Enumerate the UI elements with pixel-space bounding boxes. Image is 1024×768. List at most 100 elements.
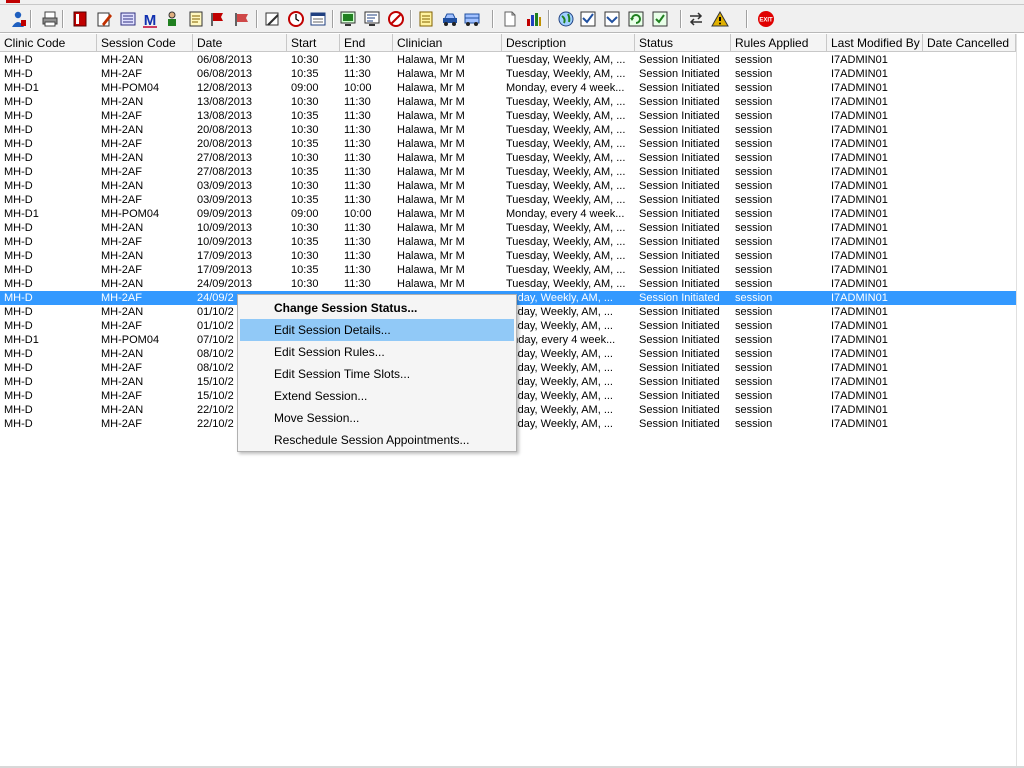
cell-description: Tuesday, Weekly, AM, ... xyxy=(506,278,626,290)
cell-start: 10:30 xyxy=(291,96,319,108)
cell-start: 10:35 xyxy=(291,166,319,178)
book-button[interactable] xyxy=(70,9,90,29)
flag-button[interactable] xyxy=(208,9,228,29)
user-admin-button[interactable] xyxy=(8,9,28,29)
cell-date: 24/09/2013 xyxy=(197,278,253,290)
table-row[interactable]: MH-D MH-2AN 06/08/2013 10:30 11:30 Halawa, Mr… xyxy=(0,53,1016,67)
cell-status: Session Initiated xyxy=(639,362,720,374)
table-row[interactable]: MH-D MH-2AN 20/08/2013 10:30 11:30 Halawa, Mr… xyxy=(0,123,1016,137)
warning-button[interactable] xyxy=(710,9,730,29)
cell-description: Tuesday, Weekly, AM, ... xyxy=(506,138,626,150)
cell-last-modified-by: I7ADMIN01 xyxy=(831,152,888,164)
cell-session-code: MH-2AN xyxy=(101,152,144,164)
cell-clinic-code: MH-D xyxy=(4,292,33,304)
edit-form-button[interactable] xyxy=(94,9,114,29)
cell-clinic-code: MH-D1 xyxy=(4,208,39,220)
table-row[interactable]: MH-D MH-2AF 13/08/2013 10:35 11:30 Halawa, Mr… xyxy=(0,109,1016,123)
swap-arrows-button[interactable] xyxy=(686,9,706,29)
note-button[interactable] xyxy=(416,9,436,29)
screen-edit-button[interactable] xyxy=(362,9,382,29)
column-header-session-code[interactable]: Session Code xyxy=(97,34,193,52)
flag-icon xyxy=(209,10,227,28)
table-row[interactable]: MH-D MH-2AF 27/08/2013 10:35 11:30 Halawa, Mr… xyxy=(0,165,1016,179)
screen-button[interactable] xyxy=(338,9,358,29)
clock-icon xyxy=(287,10,305,28)
screen-edit-icon xyxy=(363,10,381,28)
cell-start: 10:35 xyxy=(291,110,319,122)
cell-date-cancelled xyxy=(923,235,1016,249)
table-row[interactable]: MH-D MH-2AF 17/09/2013 10:35 11:30 Halawa, Mr… xyxy=(0,263,1016,277)
cell-date-cancelled xyxy=(923,221,1016,235)
column-header-last-modified-by[interactable]: Last Modified By xyxy=(827,34,923,52)
cell-end: 10:00 xyxy=(344,82,372,94)
car-button[interactable] xyxy=(440,9,460,29)
transport-button[interactable] xyxy=(462,9,482,29)
column-header-clinic-code[interactable]: Clinic Code xyxy=(0,34,97,52)
table-row[interactable]: MH-D MH-2AF 10/09/2013 10:35 11:30 Halawa, Mr… xyxy=(0,235,1016,249)
column-header-end[interactable]: End xyxy=(340,34,393,52)
m-button[interactable]: M xyxy=(140,9,160,29)
cell-rules-applied: session xyxy=(735,166,773,178)
column-header-description[interactable]: Description xyxy=(502,34,635,52)
no-entry-button[interactable] xyxy=(386,9,406,29)
table-row[interactable]: MH-D MH-2AN 03/09/2013 10:30 11:30 Halawa, Mr… xyxy=(0,179,1016,193)
column-header-date[interactable]: Date xyxy=(193,34,287,52)
cell-status: Session Initiated xyxy=(639,292,720,304)
notes-button[interactable] xyxy=(186,9,206,29)
table-row[interactable]: MH-D MH-2AN 17/09/2013 10:30 11:30 Halawa, Mr… xyxy=(0,249,1016,263)
column-header-clinician[interactable]: Clinician xyxy=(393,34,502,52)
document-button[interactable] xyxy=(500,9,520,29)
print-button[interactable] xyxy=(40,9,60,29)
refresh-check-button[interactable] xyxy=(650,9,670,29)
cell-session-code: MH-2AN xyxy=(101,54,144,66)
cell-status: Session Initiated xyxy=(639,138,720,150)
cell-date: 03/09/2013 xyxy=(197,180,253,192)
cell-status: Session Initiated xyxy=(639,404,720,416)
column-header-rules-applied[interactable]: Rules Applied xyxy=(731,34,827,52)
bar-chart-button[interactable] xyxy=(524,9,544,29)
pencil-button[interactable] xyxy=(262,9,282,29)
menu-reschedule-session-appointments[interactable]: Reschedule Session Appointments... xyxy=(240,429,514,451)
column-header-status[interactable]: Status xyxy=(635,34,731,52)
table-row[interactable]: MH-D MH-2AF 03/09/2013 10:35 11:30 Halawa, Mr… xyxy=(0,193,1016,207)
cell-rules-applied: session xyxy=(735,348,773,360)
table-row[interactable]: MH-D1 MH-POM04 09/09/2013 09:00 10:00 Halawa,… xyxy=(0,207,1016,221)
cell-session-code: MH-2AN xyxy=(101,124,144,136)
cell-clinician: Halawa, Mr M xyxy=(397,166,465,178)
table-row[interactable]: MH-D MH-2AN 24/09/2013 10:30 11:30 Halawa, Mr… xyxy=(0,277,1016,291)
exit-button[interactable]: EXIT xyxy=(756,9,776,29)
check-down-button[interactable] xyxy=(602,9,622,29)
column-header-start[interactable]: Start xyxy=(287,34,340,52)
menu-extend-session[interactable]: Extend Session... xyxy=(240,385,514,407)
menu-change-session-status[interactable]: Change Session Status... xyxy=(240,297,514,319)
table-row[interactable]: MH-D MH-2AN 10/09/2013 10:30 11:30 Halawa, Mr… xyxy=(0,221,1016,235)
cell-rules-applied: session xyxy=(735,306,773,318)
cell-last-modified-by: I7ADMIN01 xyxy=(831,320,888,332)
user-admin-icon xyxy=(9,10,27,28)
clock-button[interactable] xyxy=(286,9,306,29)
check-down-icon xyxy=(603,10,621,28)
window-button[interactable] xyxy=(308,9,328,29)
table-row[interactable]: MH-D MH-2AF 20/08/2013 10:35 11:30 Halawa, Mr… xyxy=(0,137,1016,151)
flag-alt-button[interactable] xyxy=(232,9,252,29)
table-row[interactable]: MH-D MH-2AF 06/08/2013 10:35 11:30 Halawa, Mr… xyxy=(0,67,1016,81)
table-row[interactable]: MH-D MH-2AN 13/08/2013 10:30 11:30 Halawa, Mr… xyxy=(0,95,1016,109)
cell-date-cancelled xyxy=(923,249,1016,263)
column-header-date-cancelled[interactable]: Date Cancelled xyxy=(923,34,1016,52)
table-row[interactable]: MH-D1 MH-POM04 12/08/2013 09:00 10:00 Halawa,… xyxy=(0,81,1016,95)
refresh-button[interactable] xyxy=(626,9,646,29)
checklist-button[interactable] xyxy=(578,9,598,29)
table-row[interactable]: MH-D MH-2AN 27/08/2013 10:30 11:30 Halawa, Mr… xyxy=(0,151,1016,165)
menu-edit-session-details[interactable]: Edit Session Details... xyxy=(240,319,514,341)
menu-edit-session-time-slots[interactable]: Edit Session Time Slots... xyxy=(240,363,514,385)
menu-move-session[interactable]: Move Session... xyxy=(240,407,514,429)
cell-clinic-code: MH-D xyxy=(4,138,33,150)
person-button[interactable] xyxy=(162,9,182,29)
cell-rules-applied: session xyxy=(735,110,773,122)
globe-button[interactable] xyxy=(556,9,576,29)
list-button[interactable] xyxy=(118,9,138,29)
cell-date-cancelled xyxy=(923,403,1016,417)
menu-edit-session-rules[interactable]: Edit Session Rules... xyxy=(240,341,514,363)
cell-date: 13/08/2013 xyxy=(197,110,253,122)
cell-start: 10:30 xyxy=(291,250,319,262)
